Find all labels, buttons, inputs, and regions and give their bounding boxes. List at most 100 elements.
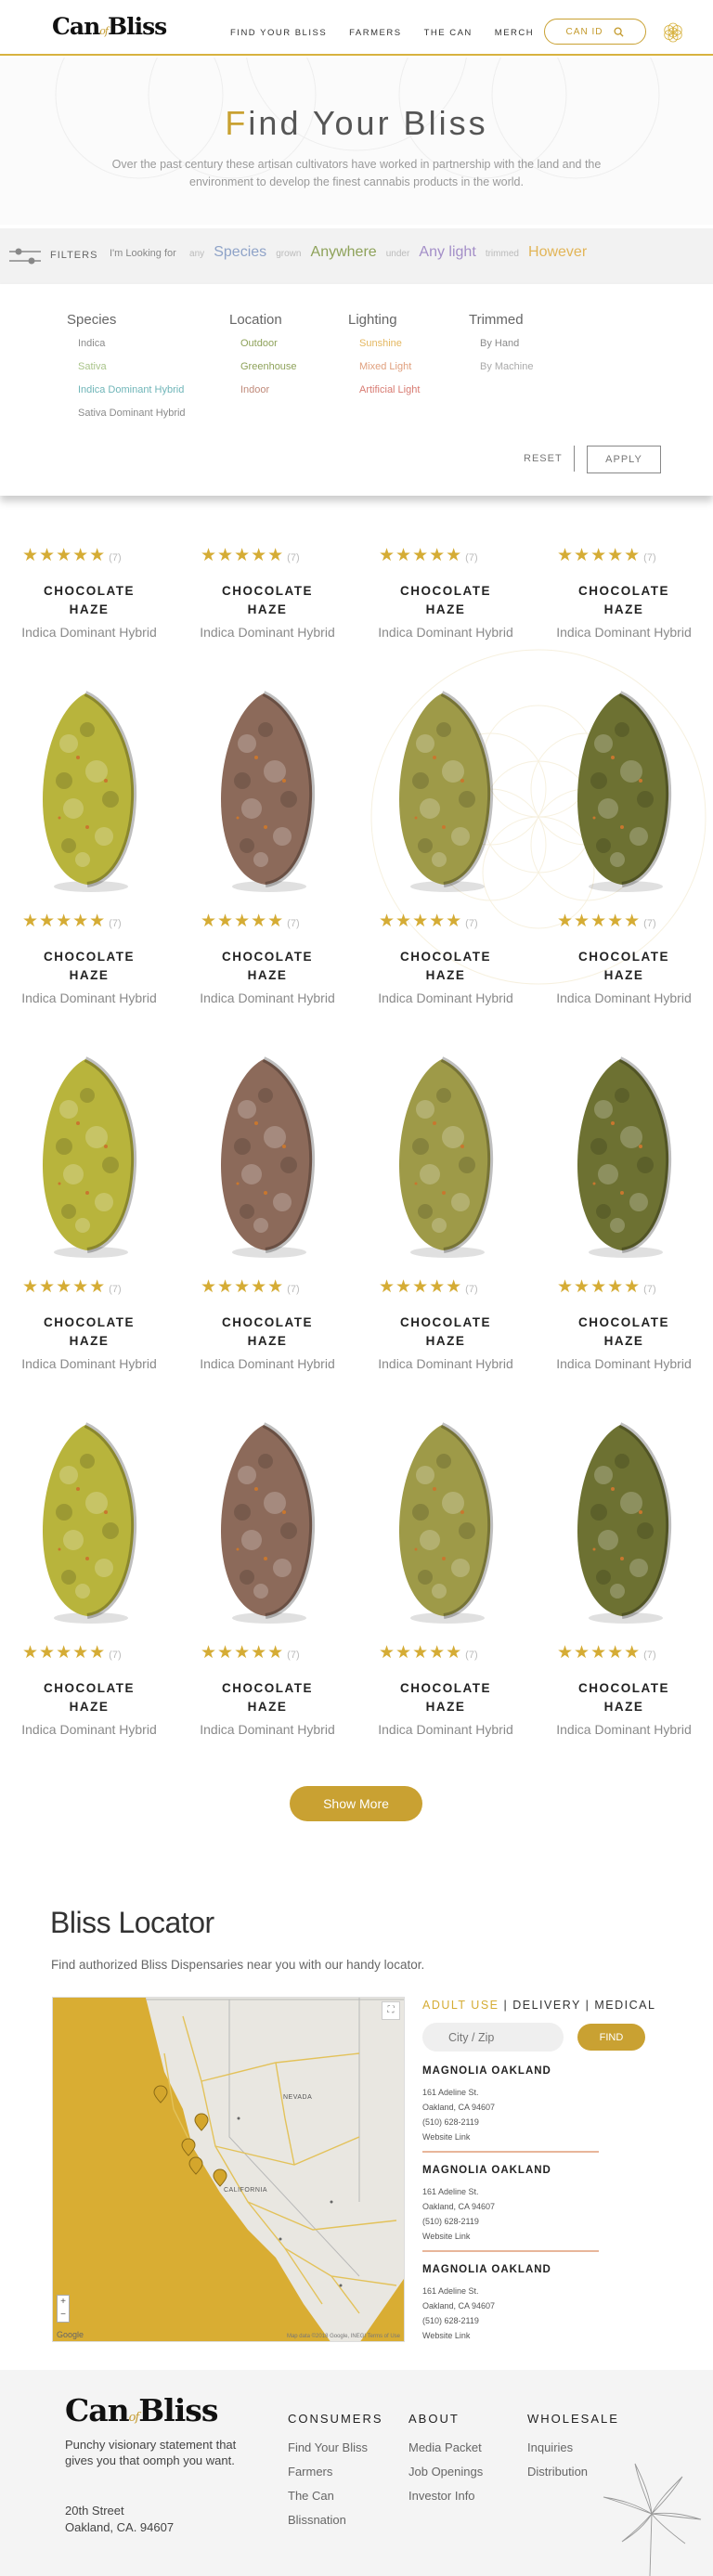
filter-option-sativa[interactable]: Sativa	[78, 360, 186, 373]
filter-heading-trimmed: Trimmed	[469, 312, 524, 328]
product-image[interactable]	[388, 1419, 501, 1624]
product-name-line2: HAZE	[247, 602, 288, 616]
sliders-icon[interactable]	[7, 245, 43, 267]
store-phone[interactable]: (510) 628-2119	[422, 2214, 599, 2229]
filters-label[interactable]: FILTERS	[50, 250, 97, 261]
rating-count: (7)	[109, 918, 122, 929]
store-phone[interactable]: (510) 628-2119	[422, 2313, 599, 2328]
tab-medical[interactable]: MEDICAL	[594, 1999, 655, 2012]
product-image[interactable]	[210, 688, 323, 892]
filter-option-by-hand[interactable]: By Hand	[480, 337, 533, 350]
star-rating: ★★★★★ (7)	[379, 1642, 537, 1663]
locator-map[interactable]: NEVADA CALIFORNIA ⛶ + − Google Map data ©…	[52, 1997, 405, 2342]
footer-link-investor-info[interactable]: Investor Info	[408, 2489, 483, 2503]
filter-option-greenhouse[interactable]: Greenhouse	[240, 360, 297, 373]
product-image[interactable]	[32, 688, 145, 892]
product-name[interactable]: CHOCOLATE HAZE	[178, 948, 356, 985]
zoom-in-button[interactable]: +	[58, 2296, 69, 2309]
reset-button[interactable]: RESET	[524, 453, 563, 464]
tab-adult-use[interactable]: ADULT USE	[422, 1999, 499, 2012]
product-image[interactable]	[566, 688, 680, 892]
zoom-out-button[interactable]: −	[58, 2309, 69, 2322]
product-name[interactable]: CHOCOLATE HAZE	[0, 1314, 178, 1351]
footer-link-job-openings[interactable]: Job Openings	[408, 2465, 483, 2479]
city-zip-input[interactable]	[422, 2023, 564, 2052]
main-nav: FIND YOUR BLISS FARMERS THE CAN MERCH	[230, 28, 534, 38]
product-name[interactable]: CHOCOLATE HAZE	[0, 1679, 178, 1716]
product-name[interactable]: CHOCOLATE HAZE	[178, 1679, 356, 1716]
product-name[interactable]: CHOCOLATE HAZE	[356, 1314, 535, 1351]
filter-option-indica-hybrid[interactable]: Indica Dominant Hybrid	[78, 383, 186, 396]
store-phone[interactable]: (510) 628-2119	[422, 2115, 599, 2129]
product-name-line2: HAZE	[603, 1334, 644, 1348]
tab-delivery[interactable]: DELIVERY	[512, 1999, 580, 2012]
filter-option-indoor[interactable]: Indoor	[240, 383, 297, 396]
footer-heading-wholesale: WHOLESALE	[527, 2412, 619, 2426]
product-image[interactable]	[388, 688, 501, 892]
footer-link-media-packet[interactable]: Media Packet	[408, 2440, 483, 2454]
product-name[interactable]: CHOCOLATE HAZE	[0, 948, 178, 985]
product-name[interactable]: CHOCOLATE HAZE	[178, 582, 356, 619]
star-rating: ★★★★★ (7)	[22, 545, 180, 566]
store-listing[interactable]: MAGNOLIA OAKLAND 161 Adeline St. Oakland, …	[422, 2065, 599, 2153]
filter-option-by-machine[interactable]: By Machine	[480, 360, 533, 373]
product-image[interactable]	[566, 1419, 680, 1624]
product-name[interactable]: CHOCOLATE HAZE	[178, 1314, 356, 1351]
filter-species-select[interactable]: Species	[214, 244, 266, 260]
product-image[interactable]	[210, 1419, 323, 1624]
can-id-button[interactable]: CAN ID	[544, 19, 646, 45]
product-image[interactable]	[32, 1054, 145, 1258]
store-listing[interactable]: MAGNOLIA OAKLAND 161 Adeline St. Oakland, …	[422, 2264, 599, 2343]
filter-option-artificial-light[interactable]: Artificial Light	[359, 383, 420, 396]
map-fullscreen-button[interactable]: ⛶	[382, 2001, 400, 2020]
footer-link-the-can[interactable]: The Can	[288, 2489, 383, 2503]
product-name[interactable]: CHOCOLATE HAZE	[535, 1314, 713, 1351]
product-name[interactable]: CHOCOLATE HAZE	[356, 948, 535, 985]
show-more-button[interactable]: Show More	[290, 1786, 422, 1821]
footer-logo[interactable]: CanofBliss	[65, 2392, 218, 2428]
store-listing[interactable]: MAGNOLIA OAKLAND 161 Adeline St. Oakland, …	[422, 2165, 599, 2252]
filter-option-mixed-light[interactable]: Mixed Light	[359, 360, 420, 373]
footer-col-consumers: CONSUMERS Find Your Bliss Farmers The Ca…	[288, 2412, 383, 2537]
filter-location-select[interactable]: Anywhere	[311, 244, 377, 260]
product-name[interactable]: CHOCOLATE HAZE	[535, 582, 713, 619]
filter-lighting-select[interactable]: Any light	[419, 244, 475, 260]
product-name[interactable]: CHOCOLATE HAZE	[0, 582, 178, 619]
product-name[interactable]: CHOCOLATE HAZE	[535, 948, 713, 985]
footer-heading-about: ABOUT	[408, 2412, 460, 2426]
product-name[interactable]: CHOCOLATE HAZE	[356, 1679, 535, 1716]
filter-heading-species: Species	[67, 312, 117, 328]
store-website-link[interactable]: Website Link	[422, 2229, 599, 2244]
filter-option-sativa-hybrid[interactable]: Sativa Dominant Hybrid	[78, 407, 186, 420]
product-name-line1: CHOCOLATE	[400, 584, 491, 598]
product-image[interactable]	[32, 1419, 145, 1624]
star-rating: ★★★★★ (7)	[201, 545, 358, 566]
find-button[interactable]: FIND	[577, 2024, 645, 2051]
product-name-line2: HAZE	[425, 1334, 466, 1348]
filter-trim-select[interactable]: However	[528, 244, 587, 260]
nav-merch[interactable]: MERCH	[495, 28, 534, 38]
nav-find-your-bliss[interactable]: FIND YOUR BLISS	[230, 28, 327, 38]
map-zoom-control[interactable]: + −	[57, 2295, 70, 2323]
footer-link-inquiries[interactable]: Inquiries	[527, 2440, 619, 2454]
flower-of-life-icon[interactable]	[661, 20, 685, 45]
product-name[interactable]: CHOCOLATE HAZE	[535, 1679, 713, 1716]
footer-address-line1: 20th Street	[65, 2504, 124, 2518]
filter-option-sunshine[interactable]: Sunshine	[359, 337, 420, 350]
footer-link-farmers[interactable]: Farmers	[288, 2465, 383, 2479]
store-website-link[interactable]: Website Link	[422, 2129, 599, 2144]
product-image[interactable]	[388, 1054, 501, 1258]
filter-option-indica[interactable]: Indica	[78, 337, 186, 350]
map-attribution[interactable]: Map data ©2018 Google, INEGI Terms of Us…	[287, 2334, 400, 2339]
product-name[interactable]: CHOCOLATE HAZE	[356, 582, 535, 619]
product-image[interactable]	[210, 1054, 323, 1258]
product-image[interactable]	[566, 1054, 680, 1258]
footer-link-blissnation[interactable]: Blissnation	[288, 2513, 383, 2527]
site-logo[interactable]: CanofBliss	[52, 13, 167, 40]
filter-option-outdoor[interactable]: Outdoor	[240, 337, 297, 350]
store-website-link[interactable]: Website Link	[422, 2328, 599, 2343]
nav-farmers[interactable]: FARMERS	[349, 28, 401, 38]
apply-button[interactable]: APPLY	[587, 446, 661, 473]
footer-link-find-your-bliss[interactable]: Find Your Bliss	[288, 2440, 383, 2454]
nav-the-can[interactable]: THE CAN	[424, 28, 473, 38]
